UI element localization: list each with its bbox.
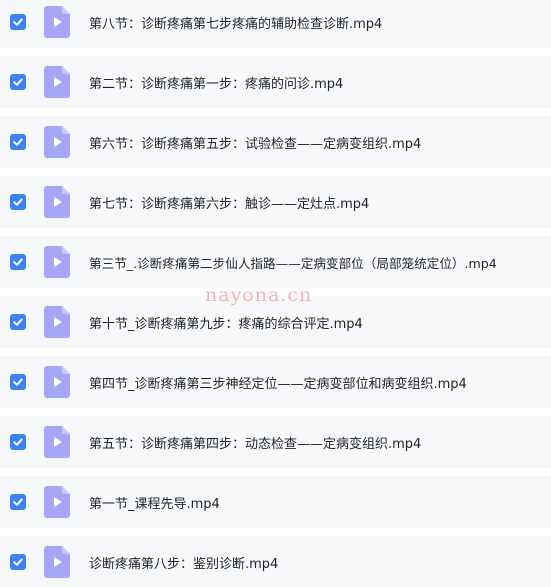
file-name[interactable]: 第七节：诊断疼痛第六步：触诊——定灶点.mp4	[89, 193, 545, 212]
video-file-icon	[44, 126, 70, 158]
checkbox-checked-icon[interactable]	[10, 554, 26, 570]
checkbox-checked-icon[interactable]	[10, 374, 26, 390]
file-row[interactable]: 第八节：诊断疼痛第七步疼痛的辅助检查诊断.mp4	[0, 0, 551, 48]
video-file-icon	[44, 6, 70, 38]
checkbox-checked-icon[interactable]	[10, 134, 26, 150]
video-file-icon	[44, 246, 70, 278]
file-row[interactable]: 诊断疼痛第八步：鉴别诊断.mp4	[0, 536, 551, 587]
file-name[interactable]: 第一节_课程先导.mp4	[89, 493, 545, 512]
file-name[interactable]: 第十节_诊断疼痛第九步：疼痛的综合评定.mp4	[89, 313, 545, 332]
file-name[interactable]: 第四节_诊断疼痛第三步神经定位——定病变部位和病变组织.mp4	[89, 373, 545, 392]
video-file-icon	[44, 66, 70, 98]
video-file-icon	[44, 186, 70, 218]
video-file-icon	[44, 306, 70, 338]
checkbox-checked-icon[interactable]	[10, 194, 26, 210]
video-file-icon	[44, 486, 70, 518]
file-name[interactable]: 第八节：诊断疼痛第七步疼痛的辅助检查诊断.mp4	[89, 13, 545, 32]
file-row[interactable]: 第二节：诊断疼痛第一步：疼痛的问诊.mp4	[0, 56, 551, 108]
file-row[interactable]: 第七节：诊断疼痛第六步：触诊——定灶点.mp4	[0, 176, 551, 228]
video-file-icon	[44, 546, 70, 578]
watermark-text: nayona.cn	[205, 284, 313, 306]
file-name[interactable]: 第六节：诊断疼痛第五步：试验检查——定病变组织.mp4	[89, 133, 545, 152]
file-row[interactable]: 第三节_.诊断疼痛第二步仙人指路——定病变部位（局部笼统定位）.mp4	[0, 236, 551, 288]
video-file-icon	[44, 366, 70, 398]
checkbox-checked-icon[interactable]	[10, 14, 26, 30]
file-name[interactable]: 第三节_.诊断疼痛第二步仙人指路——定病变部位（局部笼统定位）.mp4	[89, 253, 545, 272]
video-file-icon	[44, 426, 70, 458]
file-name[interactable]: 第二节：诊断疼痛第一步：疼痛的问诊.mp4	[89, 73, 545, 92]
checkbox-checked-icon[interactable]	[10, 74, 26, 90]
file-row[interactable]: 第四节_诊断疼痛第三步神经定位——定病变部位和病变组织.mp4	[0, 356, 551, 408]
checkbox-checked-icon[interactable]	[10, 314, 26, 330]
file-name[interactable]: 第五节：诊断疼痛第四步：动态检查——定病变组织.mp4	[89, 433, 545, 452]
file-row[interactable]: 第六节：诊断疼痛第五步：试验检查——定病变组织.mp4	[0, 116, 551, 168]
checkbox-checked-icon[interactable]	[10, 434, 26, 450]
file-row[interactable]: 第五节：诊断疼痛第四步：动态检查——定病变组织.mp4	[0, 416, 551, 468]
file-list: 第八节：诊断疼痛第七步疼痛的辅助检查诊断.mp4 第二节：诊断疼痛第一步：疼痛的…	[0, 0, 551, 587]
checkbox-checked-icon[interactable]	[10, 254, 26, 270]
checkbox-checked-icon[interactable]	[10, 494, 26, 510]
file-row[interactable]: 第一节_课程先导.mp4	[0, 476, 551, 528]
file-name[interactable]: 诊断疼痛第八步：鉴别诊断.mp4	[89, 553, 545, 572]
